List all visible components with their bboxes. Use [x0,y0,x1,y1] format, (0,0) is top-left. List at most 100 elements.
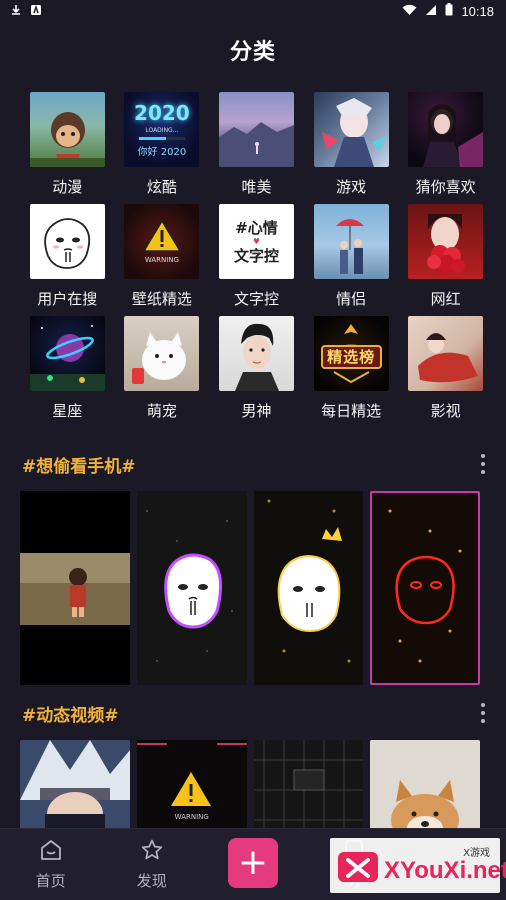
video-thumbnail [253,740,364,828]
category-item-text[interactable]: #心情 ♥ 文字控 文字控 [209,204,304,309]
watermark: XYouXi.net X游戏 [330,838,506,893]
thumb-daily-text: 精选榜 [327,347,376,366]
category-item-constellation[interactable]: 星座 [20,316,115,421]
nav-home-label: 首页 [35,872,66,890]
thumb-hello-text: 你好 2020 [137,147,187,158]
video-card[interactable] [370,491,480,685]
home-icon [40,840,61,860]
category-item-daily-pick[interactable]: 精选榜 每日精选 [304,316,399,421]
xyouxi-logo-icon [336,846,380,886]
video-card[interactable] [253,491,364,685]
signal-icon [425,4,437,19]
nav-discover-label: 发现 [136,872,167,890]
page-title: 分类 [229,40,276,65]
category-label: 情侣 [336,290,367,308]
nav-discover[interactable]: 发现 [101,838,202,891]
plus-icon[interactable]: + [228,837,278,888]
anime-thumbnail [29,92,105,167]
video-thumbnail [20,740,130,828]
heart-icon: ♥ [252,236,261,246]
video-thumbnail [20,553,130,625]
couple-thumbnail [313,204,389,279]
video-thumbnail [370,740,480,828]
category-label: 唯美 [241,178,272,196]
video-thumbnail [370,491,480,685]
category-label: 用户在搜 [37,290,98,308]
video-card[interactable]: WARNING [136,740,247,828]
category-item-recommend[interactable]: 猜你喜欢 [398,92,493,197]
category-label: 动漫 [52,178,83,196]
wifi-icon [402,4,417,19]
category-grid: 动漫 2020 LOADING... 你好 2020 炫酷 唯美 游戏 猜你喜欢… [20,92,488,421]
user-search-thumbnail [29,204,105,279]
watermark-text: XYouXi.net [384,856,506,884]
category-item-cool[interactable]: 2020 LOADING... 你好 2020 炫酷 [115,92,210,197]
download-icon [10,4,22,19]
thumb-warning-text: WARNING [144,256,179,264]
video-card[interactable] [370,740,480,828]
pet-thumbnail [124,316,200,391]
warning-label: WARNING [174,813,209,821]
loading-bar [138,137,185,140]
thumb-loading-text: LOADING... [145,127,179,134]
constellation-thumbnail [29,316,105,391]
nav-publish[interactable]: + [202,837,303,888]
wallpaper-thumbnail: WARNING [124,204,200,279]
category-label: 游戏 [336,178,367,196]
status-bar: 10:18 [0,0,506,22]
watermark-sub: X游戏 [463,848,490,859]
daily-pick-thumbnail: 精选榜 [313,316,389,391]
category-item-influencer[interactable]: 网红 [398,204,493,309]
category-label: 每日精选 [321,402,382,420]
category-item-pet[interactable]: 萌宠 [115,316,210,421]
film-thumbnail [408,316,484,391]
nav-home[interactable]: 首页 [0,838,101,891]
warning-icon [142,219,182,252]
section-title[interactable]: #动态视频# [22,701,119,726]
video-row: WARNING [20,740,480,828]
section-title[interactable]: #想偷看手机# [22,452,136,477]
category-item-anime[interactable]: 动漫 [20,92,115,197]
recommend-thumbnail [408,92,484,167]
video-row [20,491,480,685]
category-label: 网红 [430,290,461,308]
game-thumbnail [313,92,389,167]
category-item-wallpaper[interactable]: WARNING 壁纸精选 [115,204,210,309]
more-options-icon[interactable] [478,452,488,476]
category-item-couple[interactable]: 情侣 [304,204,399,309]
video-thumbnail [253,491,364,685]
video-thumbnail [136,491,247,685]
influencer-thumbnail [408,204,484,279]
video-card[interactable] [253,740,364,828]
category-label: 影视 [430,402,461,420]
section-header: #想偷看手机# [22,451,488,477]
video-card[interactable] [20,740,130,828]
battery-icon [445,3,453,19]
category-label: 文字控 [233,290,279,308]
text-thumbnail: #心情 ♥ 文字控 [218,204,294,279]
category-label: 壁纸精选 [131,290,192,308]
category-item-film[interactable]: 影视 [398,316,493,421]
male-idol-thumbnail [218,316,294,391]
video-card[interactable] [20,491,130,685]
category-label: 猜你喜欢 [415,178,476,196]
thumb-mood-text: #心情 [235,218,278,237]
category-label: 星座 [52,402,83,420]
category-item-aesthetic[interactable]: 唯美 [209,92,304,197]
section-header: #动态视频# [22,700,488,726]
cool-2020-thumbnail: 2020 LOADING... 你好 2020 [124,92,200,167]
more-options-icon[interactable] [478,701,488,725]
status-time: 10:18 [461,3,494,19]
star-icon [141,839,163,860]
app-notification-icon [30,4,42,19]
thumb-text-control: 文字控 [233,246,279,265]
category-label: 萌宠 [146,402,177,420]
category-item-game[interactable]: 游戏 [304,92,399,197]
thumb-2020-text: 2020 [134,101,190,125]
aesthetic-thumbnail [218,92,294,167]
category-label: 炫酷 [146,178,177,196]
category-label: 男神 [241,402,272,420]
category-item-male-idol[interactable]: 男神 [209,316,304,421]
category-item-user-search[interactable]: 用户在搜 [20,204,115,309]
video-card[interactable] [136,491,247,685]
